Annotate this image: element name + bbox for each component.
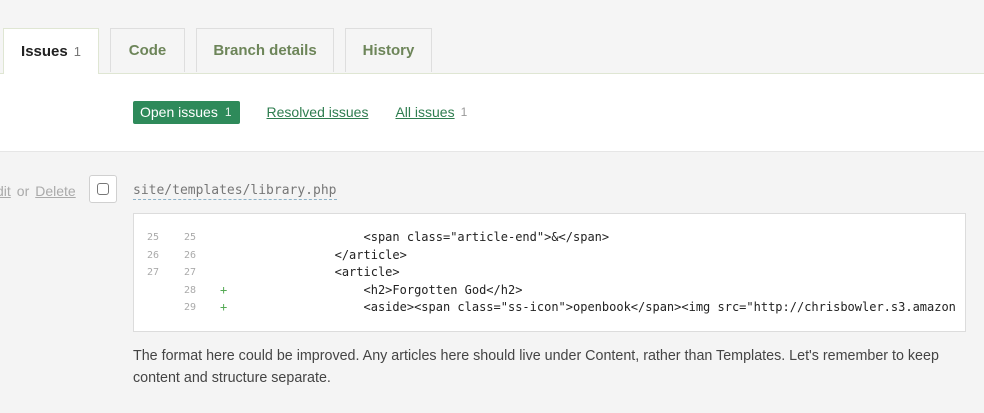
all-issues-link[interactable]: All issues <box>395 104 454 120</box>
resolved-issues-link[interactable]: Resolved issues <box>267 104 369 120</box>
new-line-number: 26 <box>183 249 196 261</box>
old-line-number: 26 <box>146 249 159 261</box>
new-line-number: 29 <box>183 302 196 313</box>
code-text: </article> <box>219 247 407 262</box>
old-line-number: 27 <box>146 267 159 278</box>
tab-branch-details[interactable]: Branch details <box>196 28 334 72</box>
code-line: 28 + <h2>Forgotten God</h2> <box>134 282 965 300</box>
tab-branch-details-label: Branch details <box>213 42 317 59</box>
code-text: <article> <box>219 265 400 279</box>
new-line-number: 25 <box>183 232 196 243</box>
code-text: <span class="article-end">&</span> <box>219 230 610 244</box>
resolve-checkbox[interactable] <box>89 175 117 203</box>
all-issues-count: 1 <box>460 105 468 119</box>
delete-link[interactable]: Delete <box>35 183 75 199</box>
or-separator: or <box>16 183 30 199</box>
new-line-number: 27 <box>183 267 196 278</box>
code-text: <aside><span class="ss-icon">openbook</s… <box>219 300 956 314</box>
tab-issues-count: 1 <box>73 44 81 59</box>
issue-filters: Open issues 1 Resolved issues All issues… <box>133 100 467 124</box>
tab-bar: Issues 1 Code Branch details History <box>0 0 984 74</box>
issue-comment: The format here could be improved. Any a… <box>133 348 939 386</box>
edit-link[interactable]: dit <box>0 183 11 199</box>
code-lines: 25 25 <span class="article-end">&</span> 2… <box>134 229 965 317</box>
code-line: 27 27 <article> <box>134 264 965 282</box>
code-snippet: 25 25 <span class="article-end">&</span> 2… <box>133 213 966 332</box>
open-issues-count: 1 <box>224 105 232 119</box>
code-text: <h2>Forgotten God</h2> <box>219 282 523 297</box>
code-line: 25 25 <span class="article-end">&</span> <box>134 229 965 247</box>
code-line: 29 + <aside><span class="ss-icon">openboo… <box>134 299 965 317</box>
new-line-number: 28 <box>183 284 196 296</box>
checkbox-box <box>97 183 109 195</box>
old-line-number: 25 <box>146 232 159 243</box>
tab-issues-label: Issues <box>21 43 68 60</box>
code-line: 26 26 </article> <box>134 247 965 265</box>
tab-code[interactable]: Code <box>110 28 185 72</box>
tab-history-label: History <box>362 42 415 59</box>
file-path-link[interactable]: site/templates/library.php <box>133 183 337 200</box>
tab-code-label: Code <box>128 42 167 59</box>
issue-actions: ditor Delete <box>0 183 76 199</box>
tab-history[interactable]: History <box>345 28 432 72</box>
tab-issues[interactable]: Issues 1 <box>3 28 99 74</box>
open-issues-label: Open issues <box>140 104 218 120</box>
open-issues-filter[interactable]: Open issues 1 <box>133 100 240 124</box>
